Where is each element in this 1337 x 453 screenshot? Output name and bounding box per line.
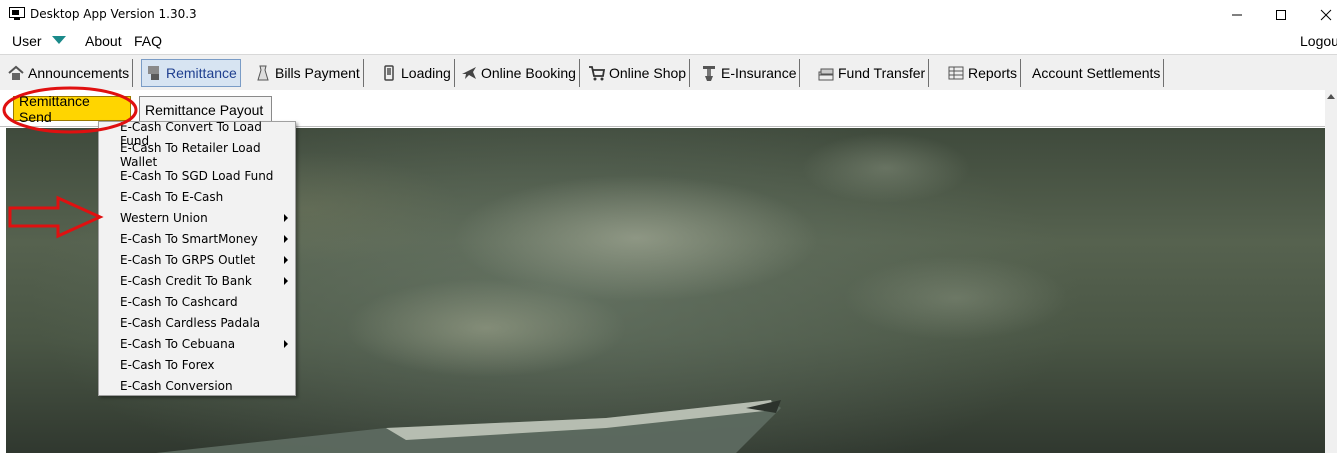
tab-announcements[interactable]: Announcements: [4, 59, 134, 87]
tab-remittance[interactable]: Remittance: [141, 59, 241, 87]
window-title: Desktop App Version 1.30.3: [30, 7, 197, 21]
tab-label: Fund Transfer: [838, 65, 926, 81]
tab-loading[interactable]: Loading: [377, 59, 455, 87]
menu-item-ecash-conversion[interactable]: E-Cash Conversion: [100, 375, 294, 396]
menu-about[interactable]: About: [85, 33, 122, 49]
menu-item-ecash-cardless-padala[interactable]: E-Cash Cardless Padala: [100, 312, 294, 333]
scroll-up-icon[interactable]: [1327, 94, 1335, 99]
close-button[interactable]: [1303, 0, 1337, 30]
menu-item-label: E-Cash To E-Cash: [120, 189, 224, 204]
menu-item-label: E-Cash To SmartMoney: [120, 231, 258, 246]
menu-user[interactable]: User: [12, 33, 42, 49]
minimize-button[interactable]: [1214, 0, 1260, 30]
menu-item-label: E-Cash To Forex: [120, 357, 215, 372]
menu-item-label: E-Cash To Cashcard: [120, 294, 238, 309]
menu-item-ecash-to-retailer-load-wallet[interactable]: E-Cash To Retailer Load Wallet: [100, 141, 294, 169]
chevron-down-icon[interactable]: [52, 36, 66, 44]
menu-item-label: Western Union: [120, 210, 208, 225]
remittance-send-dropdown: E-Cash Convert To Load Fund E-Cash To Re…: [98, 120, 296, 396]
app-icon: [9, 7, 25, 20]
menu-item-ecash-to-ecash[interactable]: E-Cash To E-Cash: [100, 186, 294, 207]
menu-item-label: E-Cash To GRPS Outlet: [120, 252, 256, 267]
maximize-icon: [1276, 10, 1286, 20]
menu-item-ecash-to-grps-outlet[interactable]: E-Cash To GRPS Outlet: [100, 249, 294, 270]
menu-bar: User About FAQ Logou: [0, 30, 1337, 52]
menu-item-label: E-Cash To SGD Load Fund: [120, 168, 274, 183]
menu-item-ecash-credit-to-bank[interactable]: E-Cash Credit To Bank: [100, 270, 294, 291]
remittance-icon: [148, 66, 159, 80]
tab-bills-payment[interactable]: Bills Payment: [251, 59, 364, 87]
tab-label: Loading: [401, 65, 451, 81]
money-stack-icon: [818, 68, 834, 81]
tab-remittance-payout[interactable]: Remittance Payout: [139, 96, 272, 122]
menu-item-ecash-to-cashcard[interactable]: E-Cash To Cashcard: [100, 291, 294, 312]
menu-item-ecash-to-forex[interactable]: E-Cash To Forex: [100, 354, 294, 375]
close-icon: [1320, 9, 1332, 21]
tab-label: Reports: [968, 65, 1018, 81]
airplane-icon: [462, 67, 476, 79]
tab-online-booking[interactable]: Online Booking: [457, 59, 580, 87]
maximize-button[interactable]: [1258, 0, 1304, 30]
tab-reports[interactable]: Reports: [944, 59, 1022, 87]
tab-online-shop[interactable]: Online Shop: [585, 59, 691, 87]
cart-icon: [589, 66, 606, 81]
menu-item-ecash-to-cebuana[interactable]: E-Cash To Cebuana: [100, 333, 294, 354]
menu-item-label: E-Cash To Cebuana: [120, 336, 236, 351]
submenu-arrow-icon: [284, 277, 288, 285]
tab-label: E-Insurance: [721, 65, 797, 81]
report-icon: [948, 66, 964, 80]
tab-label: Announcements: [28, 65, 130, 81]
bills-icon: [257, 65, 269, 81]
submenu-arrow-icon: [284, 340, 288, 348]
tab-label: Online Shop: [609, 65, 687, 81]
tab-label: Remittance: [166, 65, 237, 81]
menu-item-ecash-to-smartmoney[interactable]: E-Cash To SmartMoney: [100, 228, 294, 249]
submenu-arrow-icon: [284, 256, 288, 264]
insurance-icon: [703, 66, 715, 81]
tab-label: Online Booking: [481, 65, 576, 81]
vertical-scrollbar[interactable]: [1325, 90, 1337, 453]
menu-logout[interactable]: Logou: [1300, 33, 1337, 49]
menu-item-label: E-Cash Cardless Padala: [120, 315, 261, 330]
menu-faq[interactable]: FAQ: [134, 33, 162, 49]
tab-account-settlements[interactable]: Account Settlements: [1029, 59, 1165, 87]
tab-fund-transfer[interactable]: Fund Transfer: [814, 59, 930, 87]
title-bar: Desktop App Version 1.30.3: [0, 0, 1337, 30]
main-tab-strip: Announcements Remittance Bills Payment L…: [0, 54, 1337, 90]
menu-item-western-union[interactable]: Western Union: [100, 207, 294, 228]
app-window: Desktop App Version 1.30.3 User About FA…: [0, 0, 1337, 453]
tab-e-insurance[interactable]: E-Insurance: [697, 59, 801, 87]
menu-item-label: E-Cash Credit To Bank: [120, 273, 252, 288]
submenu-arrow-icon: [284, 235, 288, 243]
menu-item-label: E-Cash Conversion: [120, 378, 233, 393]
tab-label: Bills Payment: [275, 65, 360, 81]
menu-item-ecash-to-sgd-load-fund[interactable]: E-Cash To SGD Load Fund: [100, 165, 294, 186]
submenu-arrow-icon: [284, 214, 288, 222]
home-icon: [8, 65, 24, 80]
phone-icon: [384, 65, 394, 81]
tab-remittance-send[interactable]: Remittance Send: [13, 93, 131, 125]
minimize-icon: [1232, 14, 1242, 16]
tab-label: Account Settlements: [1032, 65, 1161, 81]
